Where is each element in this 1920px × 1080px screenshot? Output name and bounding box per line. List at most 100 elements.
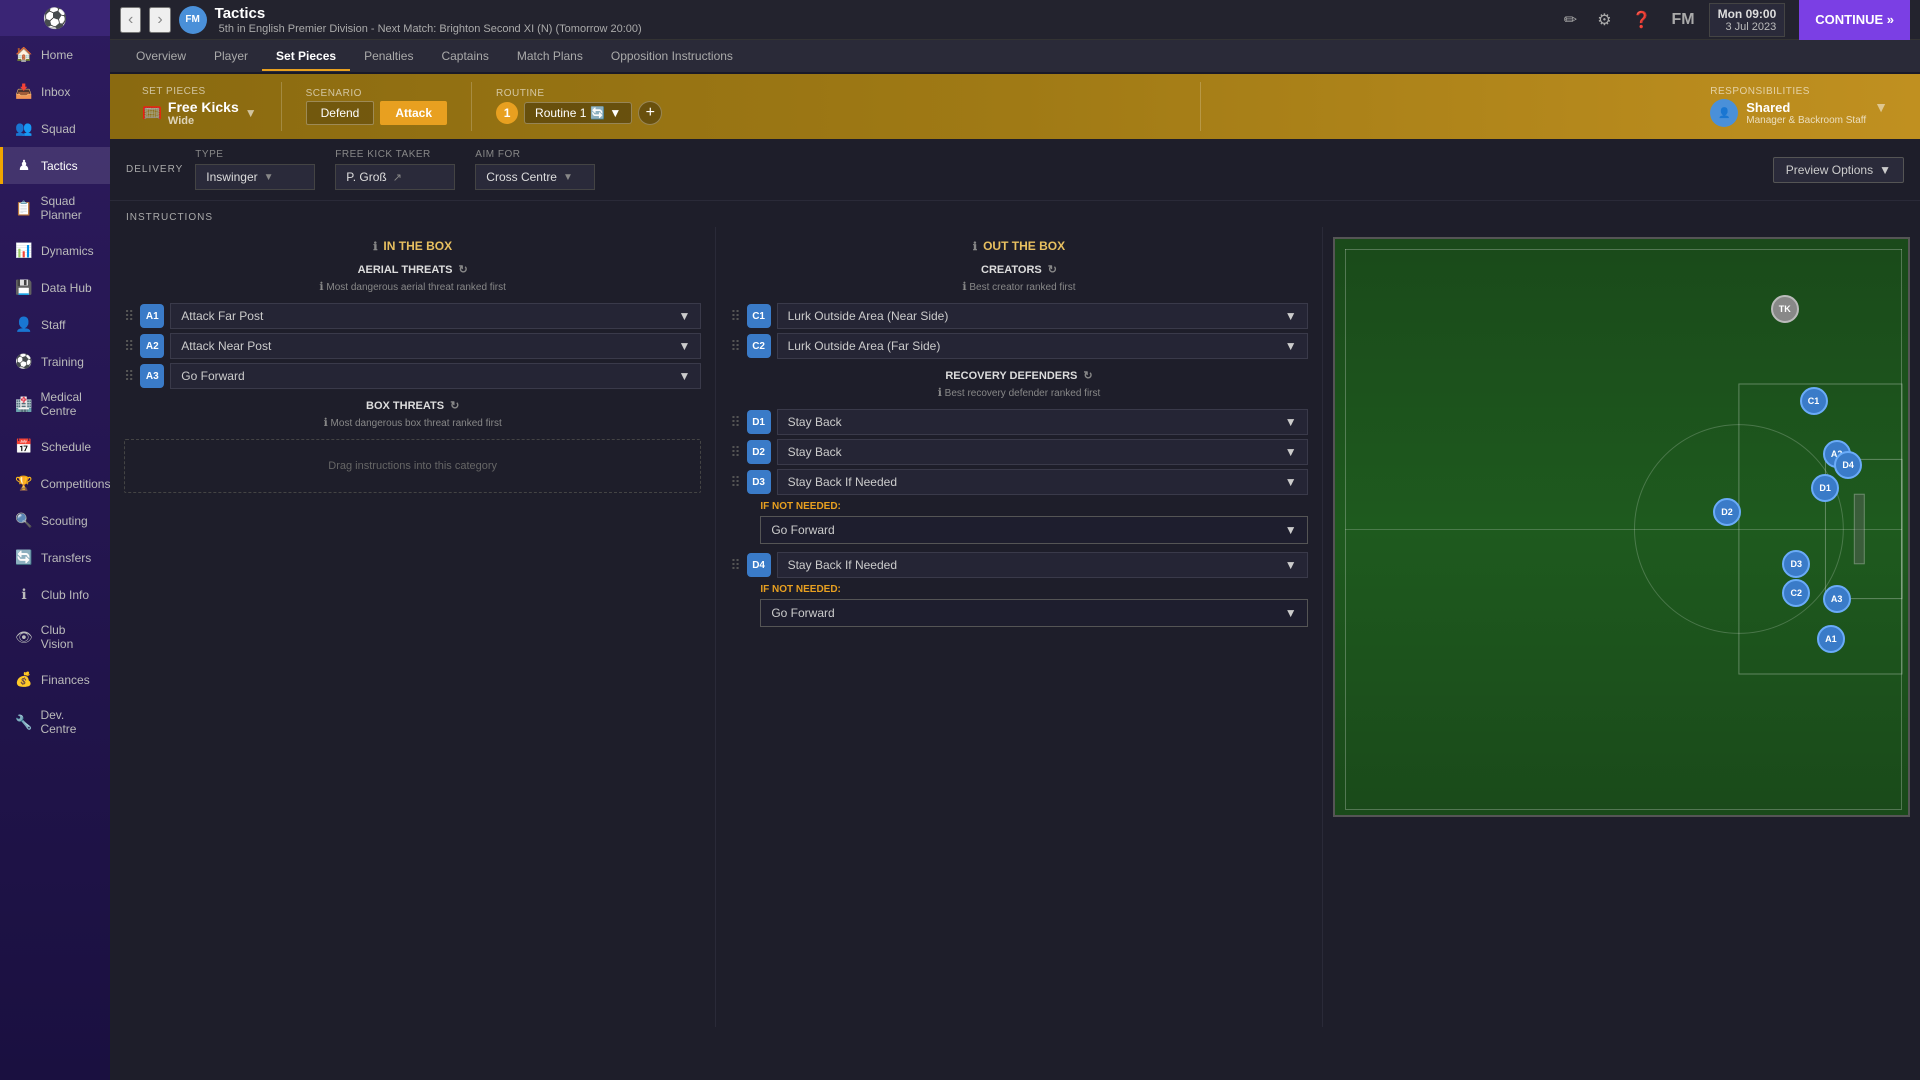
page-title: Tactics [215,5,642,22]
aerial-rows: ⠿ A1 Attack Far Post ▼ ⠿ A2 Attack Near … [124,303,701,389]
player-c2[interactable]: C2 [1782,579,1810,607]
box-threats-refresh-icon[interactable]: ↻ [450,399,459,412]
if-not-dropdown-d3[interactable]: Go Forward▼ [760,516,1307,544]
drag-handle[interactable]: ⠿ [124,308,134,325]
recovery-refresh-icon[interactable]: ↻ [1083,369,1092,382]
instr-a3-dropdown[interactable]: Go Forward ▼ [170,363,701,389]
player-a3[interactable]: A3 [1823,585,1851,613]
sidebar-item-inbox[interactable]: 📥Inbox [0,73,110,110]
badge-c1: C1 [747,304,771,328]
in-the-box-info-icon[interactable]: ℹ [373,240,377,253]
routine-selector[interactable]: Routine 1 🔄 ▼ [524,102,632,124]
pitch-container: TKC1A2D4D1D2D3C2A3A1 [1333,237,1910,817]
instr-a2-dropdown[interactable]: Attack Near Post ▼ [170,333,701,359]
sidebar-item-club-info[interactable]: ℹClub Info [0,576,110,613]
drag-handle[interactable]: ⠿ [124,338,134,355]
drag-handle[interactable]: ⠿ [124,368,134,385]
instr-c2-dropdown[interactable]: Lurk Outside Area (Far Side) ▼ [777,333,1308,359]
player-d3[interactable]: D3 [1782,550,1810,578]
taker-value-display[interactable]: P. Groß ↗ [335,164,455,190]
creators-refresh-icon[interactable]: ↻ [1048,263,1057,276]
sidebar-item-club-vision[interactable]: 👁Club Vision [0,613,110,661]
drag-handle[interactable]: ⠿ [730,444,740,461]
if-not-dropdown-d4[interactable]: Go Forward▼ [760,599,1307,627]
scenario-defend-button[interactable]: Defend [306,101,375,125]
sidebar-item-finances[interactable]: 💰Finances [0,661,110,698]
instr-d1-dropdown[interactable]: Stay Back ▼ [777,409,1308,435]
scenario-attack-button[interactable]: Attack [380,101,447,125]
aerial-refresh-icon[interactable]: ↻ [459,263,468,276]
instr-d3-dropdown[interactable]: Stay Back If Needed ▼ [777,469,1308,495]
sidebar-item-squad[interactable]: 👥Squad [0,110,110,147]
badge-d1: D1 [747,410,771,434]
dev-centre-icon: 🔧 [15,714,32,731]
type-value: Inswinger [206,170,257,184]
player-c1[interactable]: C1 [1800,387,1828,415]
sidebar-item-transfers[interactable]: 🔄Transfers [0,539,110,576]
help-icon[interactable]: ⚙ [1591,6,1617,34]
player-tk[interactable]: TK [1771,295,1799,323]
sidebar-item-squad-planner[interactable]: 📋Squad Planner [0,184,110,232]
nav-forward-button[interactable]: › [149,7,170,33]
player-a1[interactable]: A1 [1817,625,1845,653]
taker-link-icon: ↗ [393,171,402,184]
type-arrow-icon: ▼ [264,172,274,183]
drag-handle[interactable]: ⠿ [730,414,740,431]
info-icon[interactable]: ❓ [1626,6,1658,34]
subnav-item-set-pieces[interactable]: Set Pieces [262,43,350,71]
staff-icon: 👤 [15,316,33,333]
type-dropdown[interactable]: Inswinger ▼ [195,164,315,190]
drag-handle[interactable]: ⠿ [730,557,740,574]
player-d1[interactable]: D1 [1811,474,1839,502]
sidebar-item-training[interactable]: ⚽Training [0,343,110,380]
sidebar-item-medical-centre[interactable]: 🏥Medical Centre [0,380,110,428]
instr-d2-dropdown[interactable]: Stay Back ▼ [777,439,1308,465]
player-d4[interactable]: D4 [1834,451,1862,479]
preview-options-button[interactable]: Preview Options ▼ [1773,157,1904,183]
sidebar-item-competitions[interactable]: 🏆Competitions [0,465,110,502]
routine-section: ROUTINE 1 Routine 1 🔄 ▼ + [480,84,1191,129]
recovery-group-d1: ⠿ D1 Stay Back ▼ [730,409,1307,435]
sidebar-item-staff[interactable]: 👤Staff [0,306,110,343]
edit-icon[interactable]: ✏ [1558,6,1583,34]
subnav: OverviewPlayerSet PiecesPenaltiesCaptain… [110,40,1920,74]
nav-back-button[interactable]: ‹ [120,7,141,33]
resp-avatar: 👤 [1710,99,1738,127]
drag-handle[interactable]: ⠿ [730,474,740,491]
out-the-box-info-icon[interactable]: ℹ [973,240,977,253]
drag-handle[interactable]: ⠿ [730,308,740,325]
sidebar-item-schedule[interactable]: 📅Schedule [0,428,110,465]
creator-row-c1: ⠿ C1 Lurk Outside Area (Near Side) ▼ [730,303,1307,329]
subnav-item-captains[interactable]: Captains [427,43,502,71]
aim-dropdown[interactable]: Cross Centre ▼ [475,164,595,190]
sidebar-item-data-hub[interactable]: 💾Data Hub [0,269,110,306]
instr-d4-dropdown[interactable]: Stay Back If Needed ▼ [777,552,1308,578]
recovery-group-d3: ⠿ D3 Stay Back If Needed ▼ IF NOT NEEDED… [730,469,1307,544]
dynamics-label: Dynamics [41,244,94,258]
drag-handle[interactable]: ⠿ [730,338,740,355]
data-hub-icon: 💾 [15,279,33,296]
subnav-item-player[interactable]: Player [200,43,262,71]
datetime-display: Mon 09:00 3 Jul 2023 [1709,3,1786,37]
set-pieces-selector[interactable]: 🥅 Free Kicks Wide ▼ [142,99,257,127]
subnav-item-match-plans[interactable]: Match Plans [503,43,597,71]
subnav-item-opposition-instructions[interactable]: Opposition Instructions [597,43,747,71]
sidebar-item-dynamics[interactable]: 📊Dynamics [0,232,110,269]
finances-icon: 💰 [15,671,33,688]
club-info-icon: ℹ [15,586,33,603]
subnav-item-penalties[interactable]: Penalties [350,43,427,71]
instr-c1-dropdown[interactable]: Lurk Outside Area (Near Side) ▼ [777,303,1308,329]
player-d2[interactable]: D2 [1713,498,1741,526]
instr-a1-dropdown[interactable]: Attack Far Post ▼ [170,303,701,329]
resp-expand-icon[interactable]: ▼ [1874,99,1888,115]
subnav-item-overview[interactable]: Overview [122,43,200,71]
add-routine-button[interactable]: + [638,101,662,125]
sidebar-item-dev-centre[interactable]: 🔧Dev. Centre [0,698,110,746]
sidebar-item-tactics[interactable]: ♟Tactics [0,147,110,184]
in-the-box-column: ℹ IN THE BOX AERIAL THREATS ↻ ℹ Most dan… [110,227,716,1027]
continue-button[interactable]: CONTINUE » [1799,0,1910,40]
badge-d4: D4 [747,553,771,577]
sidebar-item-home[interactable]: 🏠Home [0,36,110,73]
sidebar-item-scouting[interactable]: 🔍Scouting [0,502,110,539]
squad-planner-icon: 📋 [15,200,32,217]
